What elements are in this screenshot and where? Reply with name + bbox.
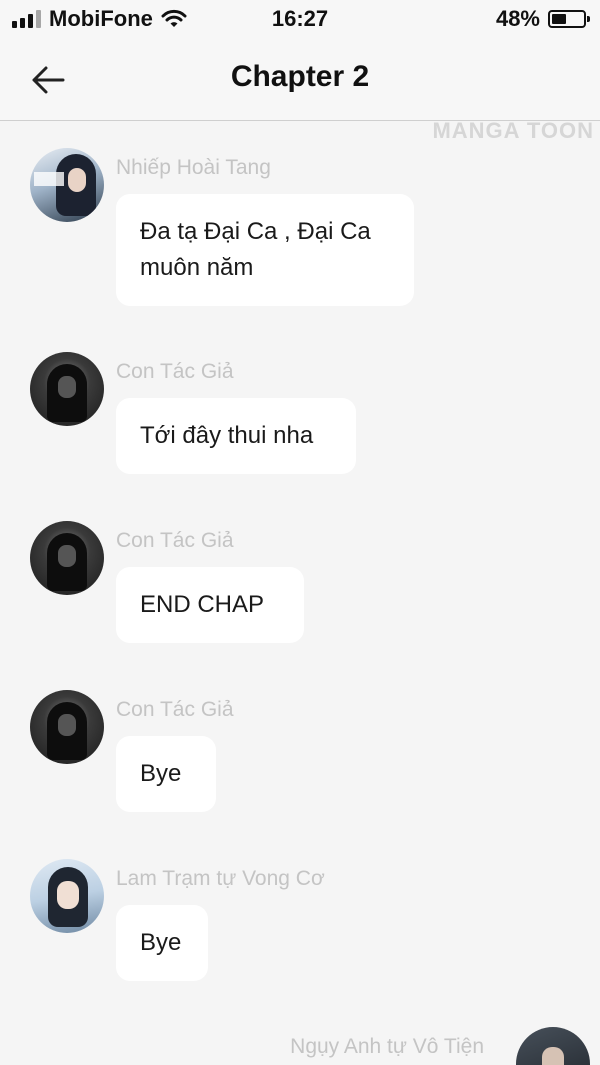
battery-info: 48%	[495, 6, 590, 32]
message-bubble: Tới đây thui nha	[116, 398, 356, 474]
message-bubble: END CHAP	[116, 567, 304, 643]
sender-name: Con Tác Giả	[116, 698, 234, 721]
message-bubble: Bye	[116, 736, 216, 812]
avatar[interactable]	[30, 148, 104, 222]
sender-name: Ngụy Anh tự Vô Tiện	[290, 1035, 484, 1058]
avatar[interactable]	[30, 521, 104, 595]
battery-percent: 48%	[495, 6, 540, 31]
status-bar: MobiFone 16:27 48%	[0, 0, 600, 40]
nav-bar: Chapter 2	[0, 40, 600, 121]
avatar[interactable]	[30, 690, 104, 764]
avatar[interactable]	[30, 352, 104, 426]
battery-icon	[548, 10, 590, 28]
avatar[interactable]	[30, 859, 104, 933]
sender-name: Con Tác Giả	[116, 360, 234, 383]
message-bubble: Bye	[116, 905, 208, 981]
sender-name: Nhiếp Hoài Tang	[116, 156, 271, 179]
avatar[interactable]	[516, 1027, 590, 1065]
sender-name: Lam Trạm tự Vong Cơ	[116, 867, 325, 890]
sender-name: Con Tác Giả	[116, 529, 234, 552]
message-bubble: Đa tạ Đại Ca , Đại Ca muôn năm	[116, 194, 414, 306]
page-title: Chapter 2	[230, 60, 370, 93]
chat-feed[interactable]: Nhiếp Hoài Tang Đa tạ Đại Ca , Đại Ca mu…	[0, 122, 600, 1065]
